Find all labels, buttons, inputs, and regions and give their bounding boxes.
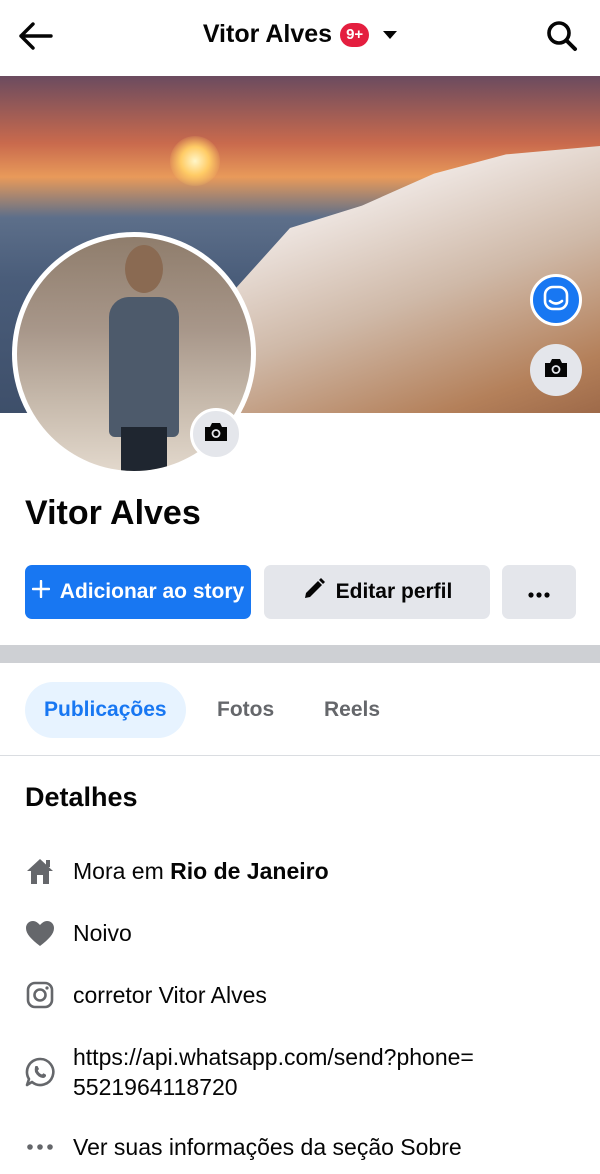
pencil-icon — [302, 577, 326, 607]
more-icon — [25, 1132, 55, 1162]
avatar-body — [109, 297, 179, 437]
camera-icon — [543, 357, 569, 384]
avatar-legs — [121, 427, 167, 471]
avatar-button[interactable] — [530, 274, 582, 326]
home-icon — [25, 856, 55, 886]
more-icon — [528, 580, 550, 604]
profile-camera-button[interactable] — [190, 408, 242, 460]
instagram-text[interactable]: corretor Vitor Alves — [73, 980, 267, 1010]
profile-switcher[interactable]: Vitor Alves 9+ — [0, 20, 600, 49]
more-options-button[interactable] — [502, 565, 576, 619]
details-title: Detalhes — [25, 782, 138, 812]
detail-row-about[interactable]: Ver suas informações da seção Sobre — [25, 1132, 462, 1162]
chevron-down-icon — [383, 30, 398, 39]
city-text: Mora em Rio de Janeiro — [73, 856, 329, 886]
section-divider — [0, 645, 600, 663]
profile-name: Vitor Alves — [25, 494, 201, 532]
city-prefix: Mora em — [73, 858, 171, 884]
tab-publicacoes[interactable]: Publicações — [25, 682, 186, 738]
whatsapp-link-line-2: 5521964118720 — [73, 1074, 238, 1100]
cover-camera-button[interactable] — [530, 344, 582, 396]
notification-badge: 9+ — [340, 22, 370, 47]
tabs-divider — [0, 755, 600, 756]
whatsapp-icon — [25, 1057, 55, 1087]
instagram-icon — [25, 980, 55, 1010]
avatar-icon — [542, 284, 570, 317]
relationship-text: Noivo — [73, 920, 132, 946]
tab-reels[interactable]: Reels — [324, 682, 380, 738]
about-link[interactable]: Ver suas informações da seção Sobre — [73, 1132, 462, 1162]
plus-icon — [31, 579, 50, 604]
top-bar: Vitor Alves 9+ — [0, 0, 600, 76]
edit-profile-label: Editar perfil — [335, 580, 453, 603]
camera-icon — [203, 421, 229, 448]
detail-row-relationship: Noivo — [25, 918, 132, 948]
whatsapp-link-line-1: https://api.whatsapp.com/send?phone= — [73, 1044, 474, 1070]
add-to-story-label: Adicionar ao story — [59, 580, 245, 603]
search-button[interactable] — [540, 16, 584, 60]
tab-fotos[interactable]: Fotos — [217, 682, 274, 738]
detail-row-city: Mora em Rio de Janeiro — [25, 856, 329, 886]
detail-row-whatsapp[interactable]: https://api.whatsapp.com/send?phone= 552… — [25, 1042, 474, 1102]
search-icon — [546, 20, 578, 57]
detail-row-instagram[interactable]: corretor Vitor Alves — [25, 980, 267, 1010]
avatar-head — [125, 245, 163, 293]
header-title: Vitor Alves — [202, 20, 333, 48]
heart-icon — [25, 918, 55, 948]
edit-profile-button[interactable]: Editar perfil — [264, 565, 490, 619]
cover-sun — [170, 136, 220, 186]
add-to-story-button[interactable]: Adicionar ao story — [25, 565, 251, 619]
city-name[interactable]: Rio de Janeiro — [170, 858, 328, 884]
whatsapp-link[interactable]: https://api.whatsapp.com/send?phone= 552… — [73, 1042, 474, 1102]
